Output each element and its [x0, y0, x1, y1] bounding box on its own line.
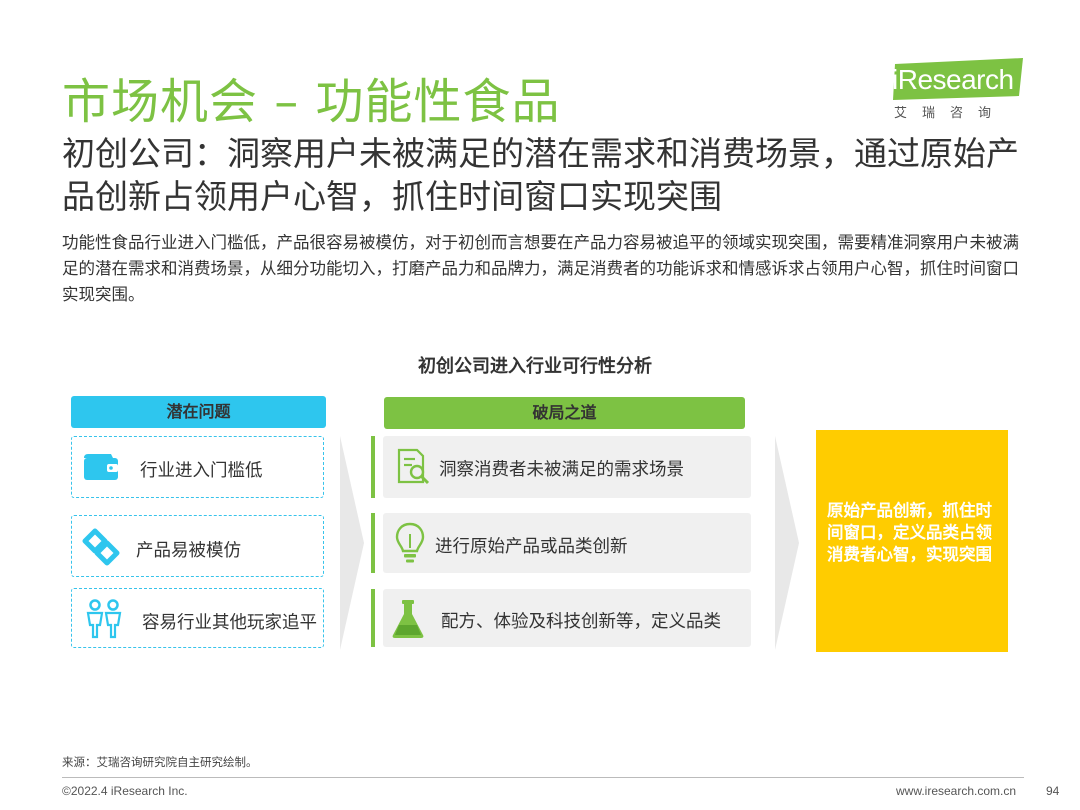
page-title: 市场机会 – 功能性食品	[62, 74, 561, 130]
diagram-title: 初创公司进入行业可行性分析	[418, 356, 652, 377]
page-description: 功能性食品行业进入门槛低，产品很容易被模仿，对于初创而言想要在产品力容易被追平的…	[62, 233, 1019, 304]
wallet-icon	[84, 454, 118, 480]
solutions-header: 破局之道	[384, 397, 745, 429]
solution-item: 进行原始产品或品类创新	[383, 513, 751, 573]
chevron-arrow-icon	[340, 436, 364, 650]
website-link[interactable]: www.iresearch.com.cn	[896, 784, 1016, 798]
problem-item: 容易行业其他玩家追平	[71, 588, 324, 648]
logo-text: iResearch	[892, 64, 1014, 95]
problem-label: 容易行业其他玩家追平	[142, 613, 317, 633]
page-subtitle: 初创公司：洞察用户未被满足的潜在需求和消费场景，通过原始产品创新占领用户心智，抓…	[62, 134, 1019, 216]
lightbulb-icon	[395, 522, 425, 563]
problem-item: 产品易被模仿	[71, 515, 324, 577]
problems-header: 潜在问题	[71, 396, 326, 428]
solution-accent-bar	[371, 589, 375, 647]
solution-label: 配方、体验及科技创新等，定义品类	[441, 612, 721, 632]
solution-accent-bar	[371, 513, 375, 573]
footer-divider	[62, 777, 1024, 778]
problem-item: 行业进入门槛低	[71, 436, 324, 498]
problem-label: 行业进入门槛低	[140, 461, 263, 481]
copyright: ©2022.4 iResearch Inc.	[62, 784, 188, 798]
people-icon	[86, 599, 122, 639]
logo-subtext: 艾瑞咨询	[894, 106, 1007, 121]
solution-item: 配方、体验及科技创新等，定义品类	[383, 589, 751, 647]
solution-item: 洞察消费者未被满足的需求场景	[383, 436, 751, 498]
document-search-icon	[397, 448, 430, 485]
problem-label: 产品易被模仿	[136, 541, 241, 561]
chevron-arrow-icon	[775, 436, 799, 650]
result-text: 原始产品创新，抓住时间窗口，定义品类占领消费者心智，实现突围	[827, 501, 992, 564]
page-number: 94	[1046, 784, 1060, 798]
solution-accent-bar	[371, 436, 375, 498]
solution-label: 洞察消费者未被满足的需求场景	[439, 460, 684, 480]
source-note: 来源：艾瑞咨询研究院自主研究绘制。	[62, 755, 258, 769]
flask-icon	[392, 600, 424, 638]
copy-link-icon	[82, 528, 120, 566]
solution-label: 进行原始产品或品类创新	[435, 537, 628, 557]
